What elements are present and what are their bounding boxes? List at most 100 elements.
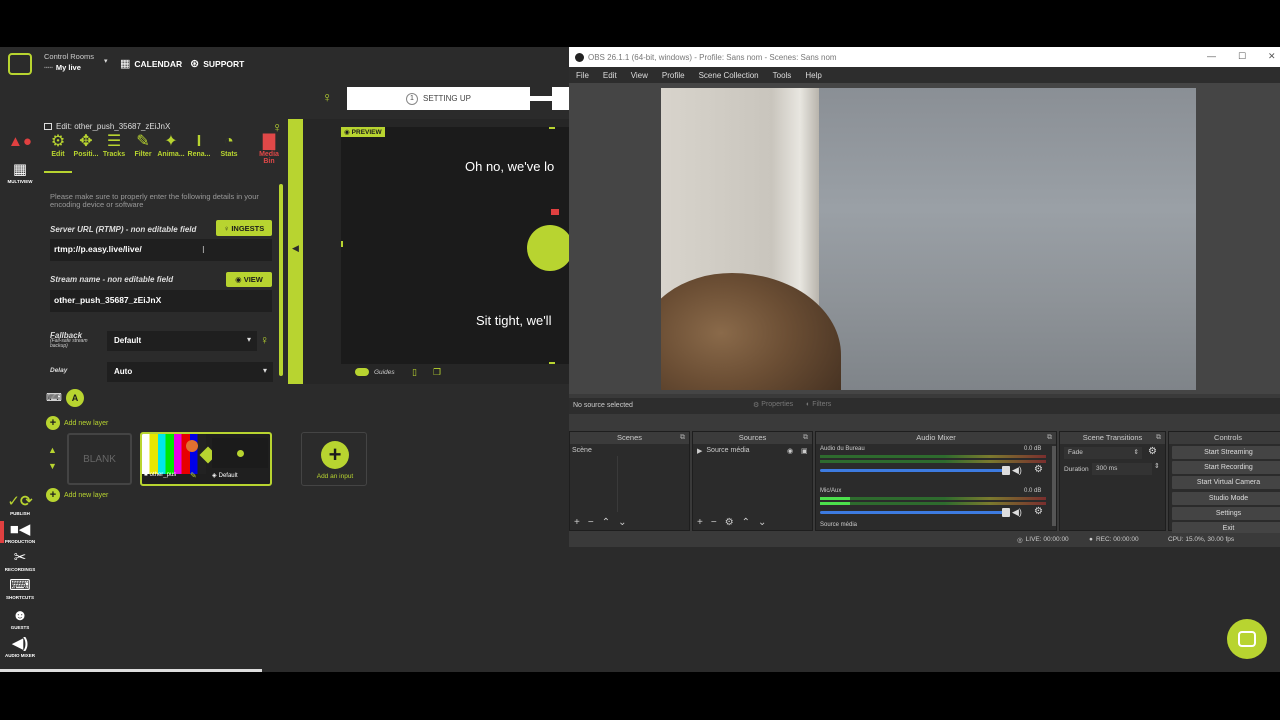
- move-down-icon[interactable]: ⌄: [618, 518, 626, 530]
- view-button[interactable]: ◉ VIEW: [226, 272, 272, 287]
- duration-stepper-icon[interactable]: ⇕: [1154, 462, 1160, 470]
- alert-icon[interactable]: ▲●: [2, 133, 38, 151]
- logo-icon[interactable]: [8, 53, 32, 75]
- keyboard-shortcut-icon[interactable]: ⌨: [46, 391, 62, 404]
- remove-icon[interactable]: −: [711, 518, 717, 530]
- start-recording-button[interactable]: Start Recording: [1172, 461, 1280, 474]
- crop-handle-left[interactable]: [341, 241, 343, 247]
- fallback-help-icon[interactable]: ♀: [260, 333, 269, 347]
- menu-profile[interactable]: Profile: [655, 71, 692, 80]
- delay-select[interactable]: Auto ▾: [107, 362, 273, 382]
- move-up-icon[interactable]: ⌃: [602, 518, 610, 530]
- tab-stats[interactable]: ◔ Stats: [215, 133, 243, 158]
- next-step[interactable]: [552, 87, 569, 110]
- undock-icon[interactable]: ⧉: [803, 432, 808, 444]
- card-edit-icon[interactable]: ✎: [190, 471, 197, 480]
- tab-animation[interactable]: ✦ Anima...: [157, 133, 185, 158]
- mixer-ch1-mute-icon[interactable]: ◀): [1012, 465, 1022, 476]
- mixer-ch1-gear-icon[interactable]: ⚙: [1034, 464, 1043, 475]
- tab-filter[interactable]: ✎ Filter: [129, 133, 157, 158]
- guides-toggle[interactable]: [355, 368, 369, 376]
- add-icon[interactable]: +: [574, 518, 580, 530]
- remove-icon[interactable]: −: [588, 518, 594, 530]
- active-input-card[interactable]: ■ other_pus ✎ ◈ Default: [140, 432, 272, 486]
- collapse-arrow-icon[interactable]: ◀: [292, 243, 299, 254]
- tab-rename[interactable]: I Rena...: [185, 133, 213, 158]
- editor-scrollbar[interactable]: [279, 184, 283, 376]
- slider-knob[interactable]: [1002, 508, 1010, 517]
- fallback-select[interactable]: Default ▾: [107, 331, 257, 351]
- blank-input-card[interactable]: BLANK: [67, 433, 132, 485]
- studio-mode-button[interactable]: Studio Mode: [1172, 492, 1280, 505]
- server-url-field[interactable]: rtmp://p.easy.live/live/: [50, 239, 272, 261]
- publish-button[interactable]: ✓⟳ PUBLISH: [2, 493, 38, 516]
- scene-item[interactable]: Scène: [572, 447, 618, 454]
- my-live-selector[interactable]: ▪▪▪▪▪ My live: [44, 63, 81, 72]
- scene-list[interactable]: [572, 456, 618, 512]
- eye-icon[interactable]: ◉: [787, 447, 793, 455]
- source-row[interactable]: ▶ Source média ◉ ▣: [697, 447, 809, 455]
- my-live-caret-icon[interactable]: ▾: [104, 57, 108, 65]
- mixer-ch1-volume-slider[interactable]: [820, 466, 1010, 475]
- undock-icon[interactable]: ⧉: [1047, 432, 1052, 444]
- tab-media-bin[interactable]: ▇ Media Bin: [255, 133, 283, 165]
- transition-gear-icon[interactable]: ⚙: [1148, 446, 1157, 457]
- support-button[interactable]: ⊛ SUPPORT: [190, 57, 244, 70]
- multiview-button[interactable]: ▦ MULTIVIEW: [2, 161, 38, 184]
- keyboard-badge[interactable]: A: [66, 389, 84, 407]
- production-button[interactable]: ■◀ PRODUCTION: [2, 521, 38, 544]
- audio-mixer-button[interactable]: ◀) AUDIO MIXER: [2, 635, 38, 658]
- add-icon[interactable]: +: [697, 518, 703, 530]
- tab-edit[interactable]: ⚙ Edit: [44, 133, 72, 158]
- recordings-button[interactable]: ✂ RECORDINGS: [2, 549, 38, 572]
- shortcuts-button[interactable]: ⌨ SHORTCUTS: [2, 577, 38, 600]
- calendar-button[interactable]: ▦ CALENDAR: [120, 57, 182, 70]
- obs-program-preview[interactable]: [661, 88, 1196, 390]
- mobile-icon[interactable]: ▯: [412, 367, 417, 378]
- add-layer-top[interactable]: + Add new layer: [46, 416, 108, 430]
- maximize-icon[interactable]: ☐: [1238, 51, 1246, 62]
- gear-icon[interactable]: ⚙: [725, 518, 734, 530]
- layer-down-icon[interactable]: ▼: [48, 461, 57, 471]
- tab-position[interactable]: ✥ Positi...: [72, 133, 100, 158]
- menu-file[interactable]: File: [569, 71, 596, 80]
- move-down-icon[interactable]: ⌄: [758, 518, 766, 530]
- start-virtual-camera-button[interactable]: Start Virtual Camera: [1172, 476, 1280, 489]
- mixer-ch2-volume-slider[interactable]: [820, 508, 1010, 517]
- menu-help[interactable]: Help: [798, 71, 828, 80]
- lock-icon[interactable]: ▣: [801, 447, 808, 455]
- mixer-ch2-gear-icon[interactable]: ⚙: [1034, 506, 1043, 517]
- mixer-ch2-mute-icon[interactable]: ◀): [1012, 507, 1022, 518]
- settings-button[interactable]: Settings: [1172, 507, 1280, 520]
- properties-button[interactable]: ⚙ Properties: [753, 401, 793, 409]
- chat-button[interactable]: [1227, 619, 1267, 659]
- move-up-icon[interactable]: ⌃: [742, 518, 750, 530]
- tip-bulb-icon[interactable]: ♀: [322, 89, 333, 105]
- layer-up-icon[interactable]: ▲: [48, 445, 57, 455]
- stream-name-field[interactable]: other_push_35687_zEiJnX: [50, 290, 272, 312]
- add-layer-bottom[interactable]: + Add new layer: [46, 488, 108, 502]
- menu-edit[interactable]: Edit: [596, 71, 624, 80]
- menu-tools[interactable]: Tools: [766, 71, 799, 80]
- minimize-icon[interactable]: —: [1207, 51, 1216, 61]
- mixer-scrollbar[interactable]: [1052, 446, 1056, 526]
- crop-handle-bottom[interactable]: [549, 362, 555, 364]
- slider-knob[interactable]: [1002, 466, 1010, 475]
- ingests-button[interactable]: ♀ INGESTS: [216, 220, 272, 236]
- crop-handle-top[interactable]: [549, 127, 555, 129]
- menu-view[interactable]: View: [624, 71, 655, 80]
- preview-canvas[interactable]: ◉ PREVIEW Oh no, we've lo Sit tight, we'l…: [341, 127, 569, 364]
- undock-icon[interactable]: ⧉: [680, 432, 685, 444]
- undock-icon[interactable]: ⧉: [1156, 432, 1161, 444]
- close-icon[interactable]: ✕: [1268, 51, 1276, 62]
- add-input-card[interactable]: + Add an input: [301, 432, 367, 486]
- layout-icon[interactable]: ❐: [433, 367, 441, 378]
- start-streaming-button[interactable]: Start Streaming: [1172, 446, 1280, 459]
- transition-select[interactable]: Fade ⇕: [1064, 447, 1142, 459]
- setup-step[interactable]: 1 SETTING UP: [347, 87, 530, 110]
- guests-button[interactable]: ☻ GUESTS: [2, 607, 38, 630]
- filters-button[interactable]: ◐ Filters: [806, 401, 831, 408]
- menu-scene-collection[interactable]: Scene Collection: [692, 71, 766, 80]
- tab-tracks[interactable]: ☰ Tracks: [100, 133, 128, 158]
- duration-field[interactable]: 300 ms: [1092, 463, 1152, 475]
